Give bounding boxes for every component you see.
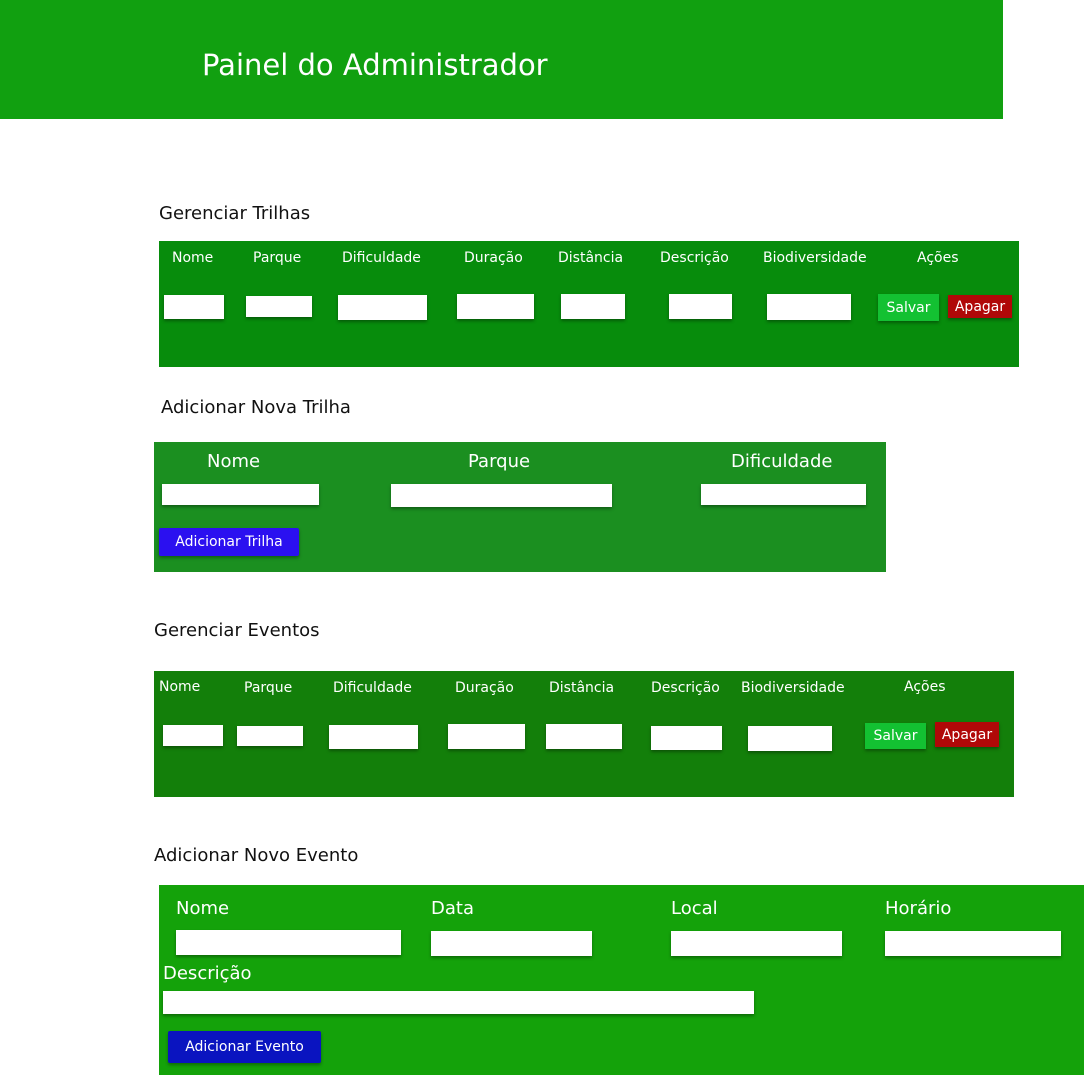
event-park-input[interactable] — [237, 726, 303, 746]
trails-col-nome: Nome — [172, 250, 214, 266]
trail-delete-button[interactable]: Apagar — [948, 295, 1012, 318]
add-trail-form: Nome Parque Dificuldade Adicionar Trilha — [154, 442, 886, 572]
add-trail-label-dificuldade: Dificuldade — [731, 451, 833, 472]
events-col-duracao: Duração — [455, 680, 514, 696]
add-trail-label-nome: Nome — [207, 451, 261, 472]
trail-save-button[interactable]: Salvar — [878, 294, 939, 321]
trails-col-distancia: Distância — [558, 250, 624, 266]
trail-description-input[interactable] — [669, 294, 732, 319]
trail-name-input[interactable] — [164, 295, 224, 319]
page-title: Painel do Administrador — [202, 48, 548, 82]
add-event-button[interactable]: Adicionar Evento — [168, 1031, 321, 1063]
add-event-time-input[interactable] — [885, 931, 1061, 956]
trail-duration-input[interactable] — [457, 294, 534, 319]
events-col-nome: Nome — [159, 679, 201, 695]
add-trail-button[interactable]: Adicionar Trilha — [159, 528, 299, 556]
event-description-input[interactable] — [651, 726, 722, 750]
events-col-dificuldade: Dificuldade — [333, 680, 412, 696]
add-event-title: Adicionar Novo Evento — [154, 845, 359, 866]
trail-biodiversity-input[interactable] — [767, 294, 851, 320]
events-col-acoes: Ações — [904, 679, 946, 695]
header-bar: Painel do Administrador — [0, 0, 1003, 119]
add-event-label-horario: Horário — [885, 898, 952, 919]
add-event-location-input[interactable] — [671, 931, 842, 956]
events-col-biodiversidade: Biodiversidade — [741, 680, 845, 696]
event-name-input[interactable] — [163, 725, 223, 746]
add-event-form: Nome Data Local Horário Descrição Adicio… — [159, 885, 1084, 1075]
add-event-name-input[interactable] — [176, 930, 401, 955]
events-col-parque: Parque — [244, 680, 293, 696]
manage-events-title: Gerenciar Eventos — [154, 620, 320, 641]
add-event-label-data: Data — [431, 898, 474, 919]
admin-page: Painel do Administrador Gerenciar Trilha… — [0, 0, 1084, 1075]
trails-col-duracao: Duração — [464, 250, 523, 266]
events-col-descricao: Descrição — [651, 680, 720, 696]
add-event-label-nome: Nome — [176, 898, 230, 919]
trails-table: Nome Parque Dificuldade Duração Distânci… — [159, 241, 1019, 367]
add-trail-name-input[interactable] — [162, 484, 319, 505]
manage-trails-title: Gerenciar Trilhas — [159, 203, 311, 224]
trails-col-biodiversidade: Biodiversidade — [763, 250, 867, 266]
add-trail-difficulty-input[interactable] — [701, 484, 866, 505]
trail-difficulty-input[interactable] — [338, 295, 427, 320]
event-difficulty-input[interactable] — [329, 725, 418, 749]
add-event-label-descricao: Descrição — [163, 963, 252, 984]
trails-col-parque: Parque — [253, 250, 302, 266]
add-event-description-input[interactable] — [163, 991, 754, 1014]
add-event-label-local: Local — [671, 898, 718, 919]
event-duration-input[interactable] — [448, 724, 525, 749]
event-biodiversity-input[interactable] — [748, 726, 832, 751]
trail-distance-input[interactable] — [561, 294, 625, 319]
add-trail-title: Adicionar Nova Trilha — [161, 397, 351, 418]
add-trail-park-input[interactable] — [391, 484, 612, 507]
trails-col-acoes: Ações — [917, 250, 959, 266]
trails-col-descricao: Descrição — [660, 250, 729, 266]
trail-park-input[interactable] — [246, 296, 312, 317]
event-delete-button[interactable]: Apagar — [935, 722, 999, 747]
events-table: Nome Parque Dificuldade Duração Distânci… — [154, 671, 1014, 797]
events-col-distancia: Distância — [549, 680, 615, 696]
trails-col-dificuldade: Dificuldade — [342, 250, 421, 266]
add-event-date-input[interactable] — [431, 931, 592, 956]
event-save-button[interactable]: Salvar — [865, 723, 926, 749]
event-distance-input[interactable] — [546, 724, 622, 749]
add-trail-label-parque: Parque — [468, 451, 531, 472]
